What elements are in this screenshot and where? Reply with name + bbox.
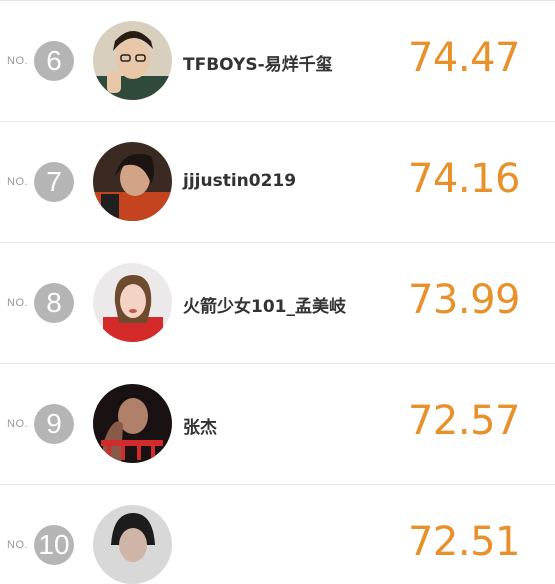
ranking-row[interactable]: NO. 7 jjjustin0219 74.16: [0, 121, 555, 242]
score-value: 74.16: [407, 156, 521, 202]
avatar[interactable]: [93, 142, 172, 221]
ranking-list: NO. 6 TFBOYS-易烊千玺 74.47 NO. 7 jjjustin02…: [0, 0, 555, 584]
no-label: NO.: [7, 176, 29, 188]
score-value: 74.47: [407, 35, 521, 81]
no-label: NO.: [7, 297, 29, 309]
rank-badge: 9: [34, 404, 74, 444]
user-name[interactable]: 张杰: [183, 413, 217, 438]
user-name[interactable]: 火箭少女101_孟美岐: [183, 292, 346, 317]
user-name[interactable]: TFBOYS-易烊千玺: [183, 50, 333, 75]
avatar[interactable]: [93, 21, 172, 100]
no-label: NO.: [7, 539, 29, 551]
score-value: 72.57: [407, 398, 521, 444]
rank-badge: 8: [34, 283, 74, 323]
ranking-row[interactable]: NO. 6 TFBOYS-易烊千玺 74.47: [0, 0, 555, 121]
rank-badge: 6: [34, 41, 74, 81]
ranking-row[interactable]: NO. 10 72.51: [0, 484, 555, 584]
rank-badge: 7: [34, 162, 74, 202]
avatar[interactable]: [93, 505, 172, 584]
ranking-row[interactable]: NO. 8 火箭少女101_孟美岐 73.99: [0, 242, 555, 363]
user-name[interactable]: jjjustin0219: [183, 171, 296, 191]
ranking-row[interactable]: NO. 9 张杰 72.57: [0, 363, 555, 484]
rank-badge: 10: [34, 525, 74, 565]
score-value: 73.99: [407, 277, 521, 323]
no-label: NO.: [7, 55, 29, 67]
no-label: NO.: [7, 418, 29, 430]
avatar[interactable]: [93, 263, 172, 342]
avatar[interactable]: [93, 384, 172, 463]
score-value: 72.51: [407, 519, 521, 565]
